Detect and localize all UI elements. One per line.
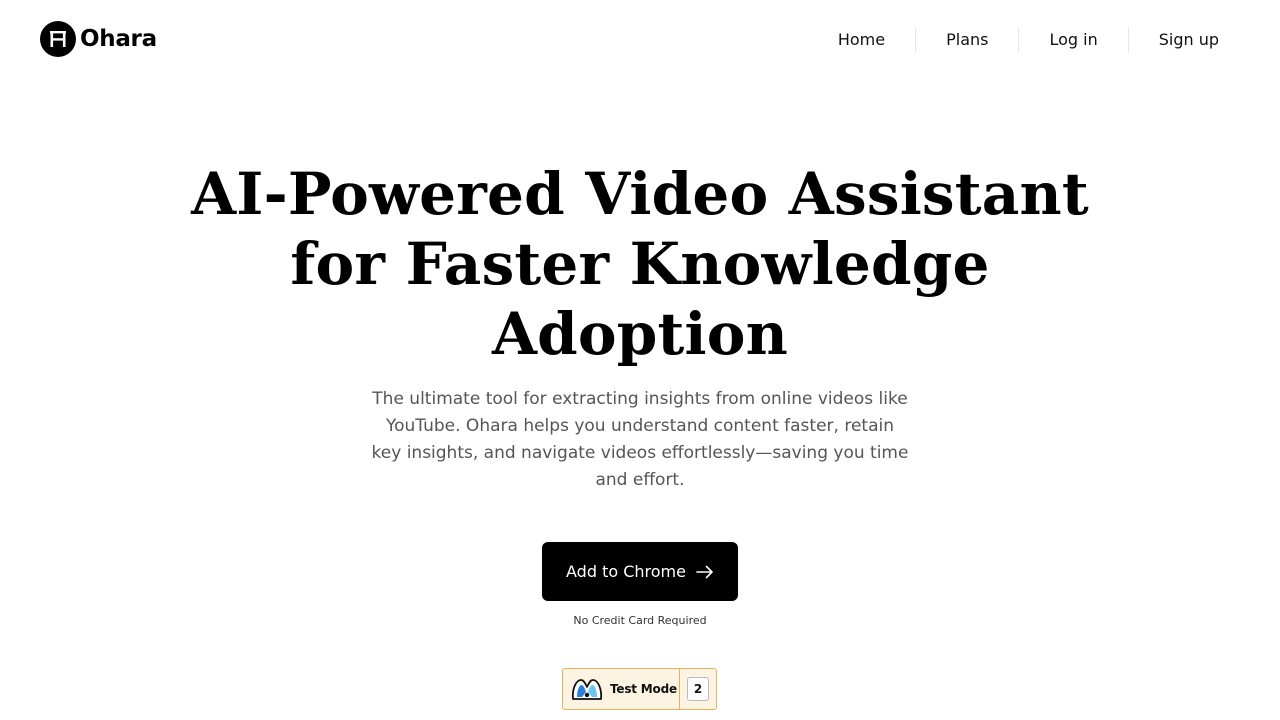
no-credit-card-note: No Credit Card Required xyxy=(573,614,707,627)
arrow-right-icon xyxy=(696,565,714,579)
brand-logo-link[interactable]: Ohara xyxy=(40,21,157,57)
nav-signup-link[interactable]: Sign up xyxy=(1129,27,1249,53)
nav-login-link[interactable]: Log in xyxy=(1019,27,1127,53)
landing-page: Ohara Home Plans Log in Sign up AI-Power… xyxy=(0,0,1280,720)
test-mode-count: 2 xyxy=(687,677,709,701)
add-to-chrome-button[interactable]: Add to Chrome xyxy=(542,542,738,601)
hero-title: AI-Powered Video Assistant for Faster Kn… xyxy=(0,159,1280,369)
test-mode-label: Test Mode xyxy=(610,682,677,696)
nav-home-link[interactable]: Home xyxy=(838,27,915,53)
badge-divider xyxy=(679,669,680,709)
site-header: Ohara Home Plans Log in Sign up xyxy=(0,0,1280,80)
nav-plans-link[interactable]: Plans xyxy=(916,27,1018,53)
hero-title-line: Adoption xyxy=(491,300,789,368)
test-mode-logo-icon xyxy=(570,675,604,703)
hero-title-line: AI-Powered Video Assistant xyxy=(191,160,1089,228)
hero-title-line: for Faster Knowledge xyxy=(290,230,990,298)
cta-label: Add to Chrome xyxy=(566,562,686,581)
test-mode-badge[interactable]: Test Mode 2 xyxy=(562,668,717,710)
main-nav: Home Plans Log in Sign up xyxy=(838,27,1249,53)
brand-name: Ohara xyxy=(80,26,157,52)
hero-subtitle: The ultimate tool for extracting insight… xyxy=(371,389,909,490)
ohara-logo-icon xyxy=(40,21,76,57)
